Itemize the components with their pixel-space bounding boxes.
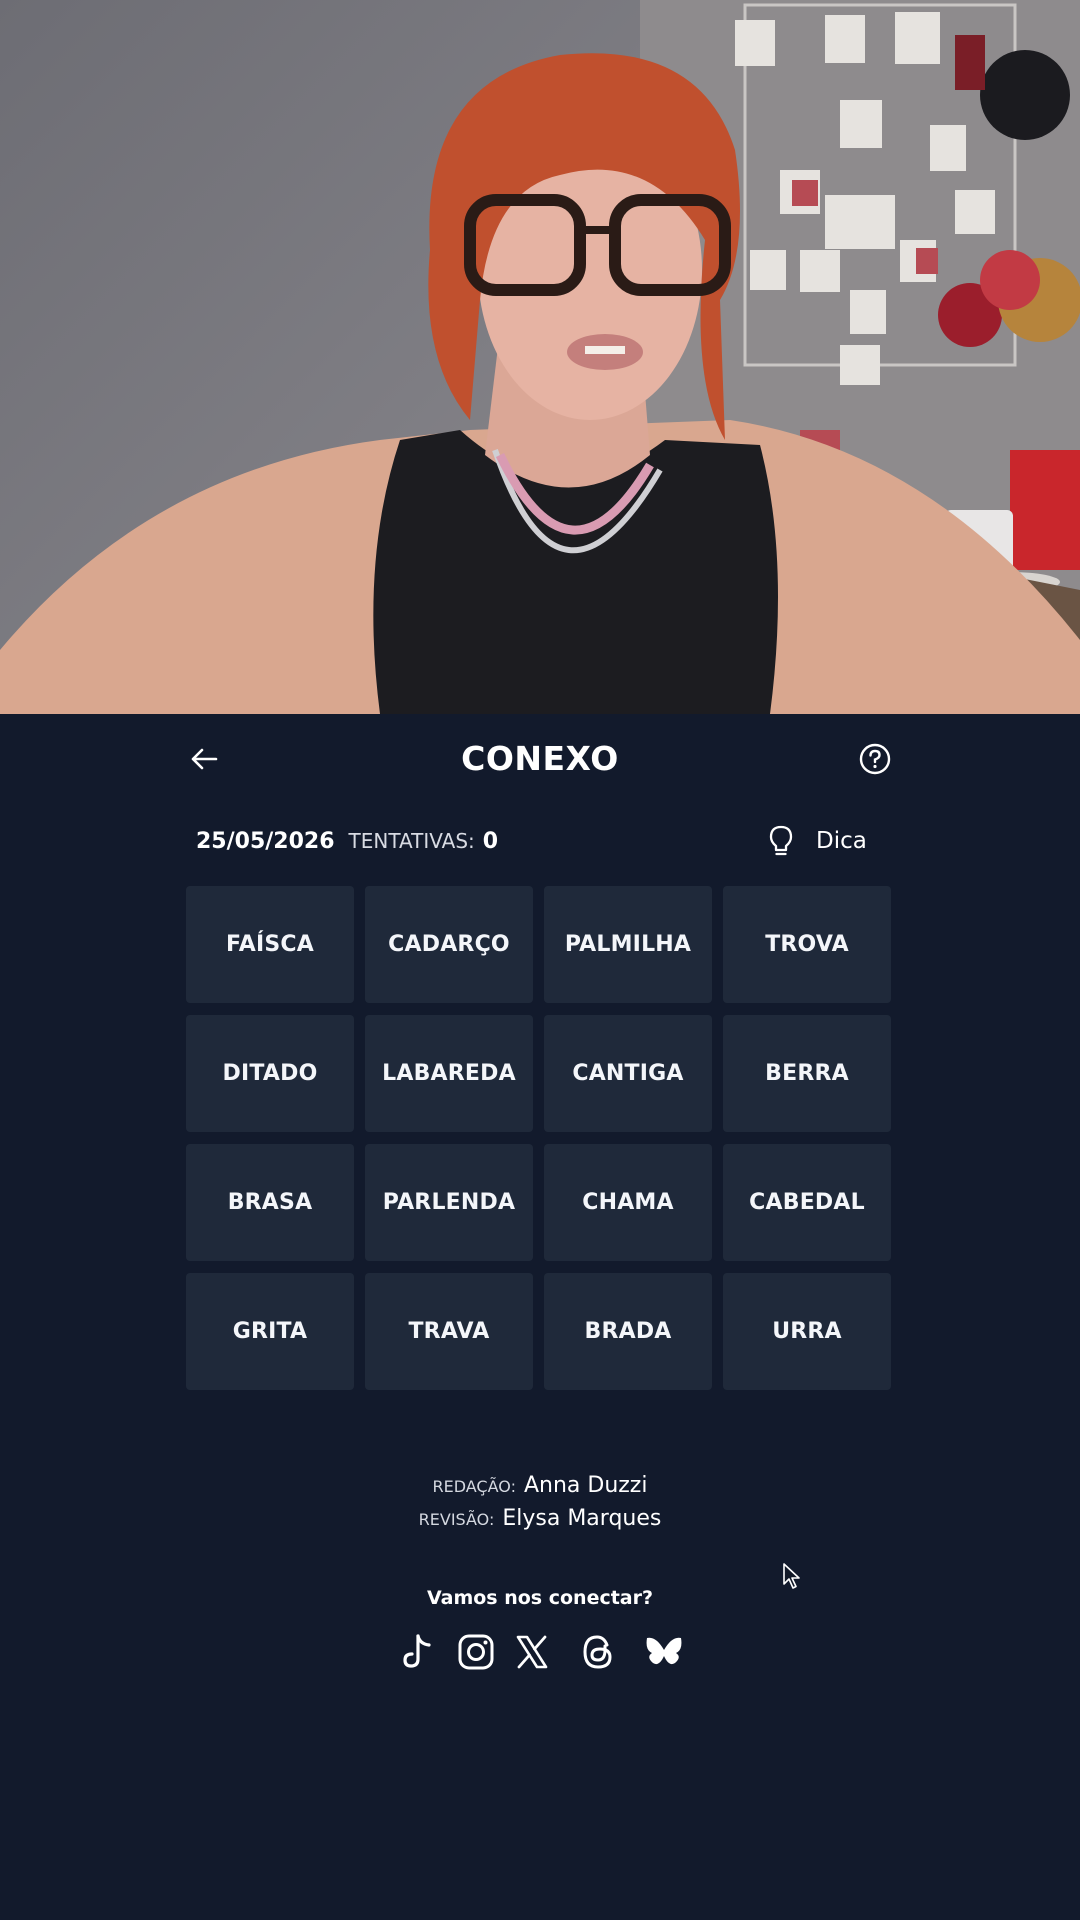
game-stats: 25/05/2026 TENTATIVAS: 0 <box>196 824 498 858</box>
word-tile[interactable]: DITADO <box>186 1015 354 1132</box>
hint-label: Dica <box>816 828 867 854</box>
word-tile[interactable]: PARLENDA <box>365 1144 533 1261</box>
word-tile[interactable]: URRA <box>723 1273 891 1390</box>
word-tile[interactable]: BERRA <box>723 1015 891 1132</box>
word-tile[interactable]: TRAVA <box>365 1273 533 1390</box>
question-circle-icon <box>859 743 891 775</box>
help-button[interactable] <box>858 742 892 776</box>
instagram-icon <box>458 1634 494 1670</box>
editor-label: REDAÇÃO: <box>432 1477 516 1496</box>
social-links <box>396 1630 686 1678</box>
word-grid: FAÍSCA CADARÇO PALMILHA TROVA DITADO LAB… <box>186 886 892 1390</box>
bluesky-link[interactable] <box>642 1630 686 1674</box>
credit-reviewer: REVISÃO: Elysa Marques <box>340 1503 740 1536</box>
bluesky-icon <box>646 1637 682 1665</box>
word-tile[interactable]: PALMILHA <box>544 886 712 1003</box>
attempts-label: TENTATIVAS: <box>348 829 475 853</box>
word-tile[interactable]: BRADA <box>544 1273 712 1390</box>
word-tile[interactable]: LABAREDA <box>365 1015 533 1132</box>
webcam-overlay <box>0 0 1080 714</box>
word-tile[interactable]: CHAMA <box>544 1144 712 1261</box>
credit-editor: REDAÇÃO: Anna Duzzi <box>340 1470 740 1503</box>
credits: REDAÇÃO: Anna Duzzi REVISÃO: Elysa Marques <box>340 1470 740 1536</box>
game-date: 25/05/2026 <box>196 828 335 854</box>
reviewer-label: REVISÃO: <box>418 1510 495 1529</box>
mouse-cursor-icon <box>783 1563 800 1589</box>
x-icon <box>516 1635 548 1669</box>
back-button[interactable] <box>186 744 222 774</box>
word-tile[interactable]: TROVA <box>723 886 891 1003</box>
arrow-left-icon <box>191 748 218 770</box>
threads-icon <box>583 1635 612 1669</box>
page-title: CONEXO <box>461 739 619 778</box>
word-tile[interactable]: CANTIGA <box>544 1015 712 1132</box>
word-tile[interactable]: GRITA <box>186 1273 354 1390</box>
word-tile[interactable]: CADARÇO <box>365 886 533 1003</box>
connect-prompt: Vamos nos conectar? <box>426 1587 654 1609</box>
hint-button[interactable]: Dica <box>768 822 867 860</box>
word-tile[interactable]: BRASA <box>186 1144 354 1261</box>
tiktok-icon <box>403 1634 431 1668</box>
word-tile[interactable]: FAÍSCA <box>186 886 354 1003</box>
instagram-link[interactable] <box>454 1630 498 1674</box>
editor-name: Anna Duzzi <box>523 1473 648 1498</box>
word-tile[interactable]: CABEDAL <box>723 1144 891 1261</box>
attempts-count: 0 <box>482 828 499 854</box>
threads-link[interactable] <box>576 1630 620 1674</box>
reviewer-name: Elysa Marques <box>502 1506 662 1531</box>
x-link[interactable] <box>510 1630 554 1674</box>
webcam-person-icon <box>0 0 1080 714</box>
lightbulb-icon <box>769 825 793 856</box>
tiktok-link[interactable] <box>396 1630 440 1674</box>
